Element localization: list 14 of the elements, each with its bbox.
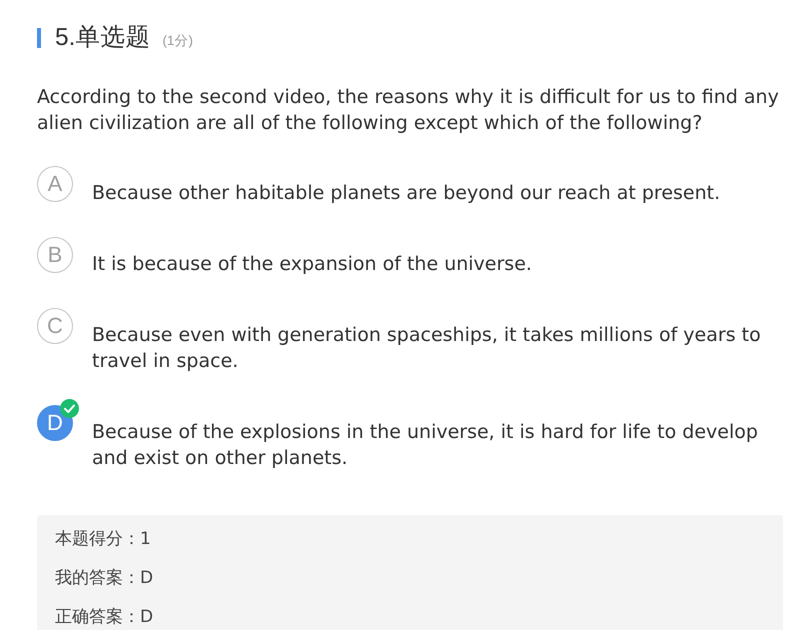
question-score: (1分) [162, 32, 193, 50]
option-circle[interactable]: C [37, 308, 73, 344]
question-title: 5.单选题 [55, 25, 150, 51]
option-text: Because other habitable planets are beyond our reach at present. [92, 181, 722, 206]
option-text: It is because of the expansion of the universe. [92, 252, 533, 277]
result-line: 正确答案：D [55, 606, 154, 628]
option-circle[interactable]: A [37, 166, 73, 202]
option-text: Because even with generation spaceships, it takes millions of years to travel in space. [92, 323, 762, 374]
option-circle[interactable]: B [37, 237, 73, 273]
question-text: According to the second video, the reasons why it is difficult for us to find any alien civilization are all of the following except which of the following? [37, 85, 780, 136]
result-line: 本题得分：1 [55, 528, 151, 550]
option-text: Because of the explosions in the universe, it is hard for life to develop and exist on other planets. [92, 420, 759, 471]
result-line: 我的答案：D [55, 567, 154, 589]
title-accent-bar [37, 28, 41, 48]
